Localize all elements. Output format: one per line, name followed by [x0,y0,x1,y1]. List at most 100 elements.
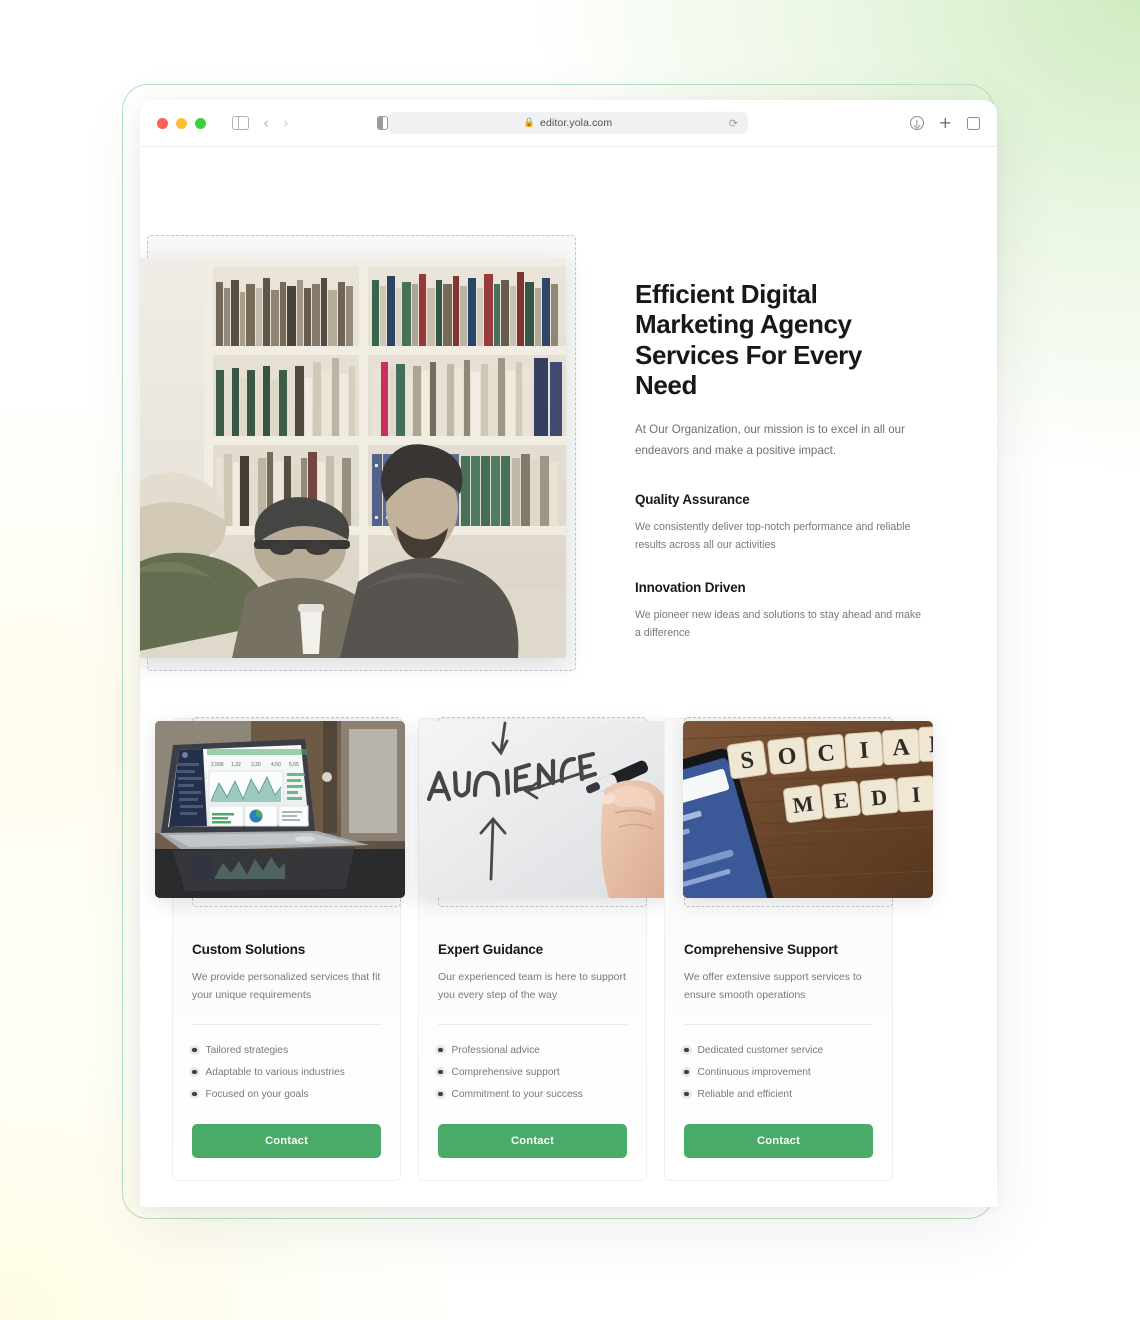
card-description: Our experienced team is here to support … [438,971,626,1002]
laptop-dashboard-graphic: 2,500 1,32 3,20 4,50 5,05 [155,721,405,898]
svg-text:1,32: 1,32 [231,762,241,768]
bullet-icon [192,1091,197,1097]
hero-image-graphic [140,258,566,658]
list-item-label: Continuous improvement [697,1066,811,1078]
maximize-window-button[interactable] [195,117,206,129]
feature-title: Innovation Driven [635,579,746,595]
list-item: Tailored strategies [192,1039,381,1061]
card-divider [684,1024,873,1026]
browser-toolbar: ‹ › 🔒 editor.yola.com ⟳ + [140,100,997,147]
card-title: Custom Solutions [192,942,306,957]
bullet-icon [438,1069,443,1075]
svg-text:I: I [859,738,870,765]
card-image[interactable] [419,721,669,898]
list-item: Adaptable to various industries [192,1061,381,1083]
card-image-selection-block[interactable]: 2,500 1,32 3,20 4,50 5,05 [155,717,405,907]
list-item: Dedicated customer service [684,1039,873,1061]
list-item-label: Dedicated customer service [697,1044,824,1056]
bullet-icon [684,1047,689,1053]
address-bar[interactable]: 🔒 editor.yola.com ⟳ [388,112,748,134]
list-item-label: Professional advice [451,1044,540,1056]
card-feature-list: Tailored strategies Adaptable to various… [192,1039,381,1105]
service-card[interactable]: Expert Guidance Our experienced team is … [418,717,669,1182]
whiteboard-audience-graphic [419,721,669,898]
service-cards-row: 2,500 1,32 3,20 4,50 5,05 Custom Solutio… [155,717,962,1182]
page-title: Efficient Digital Marketing Agency Servi… [635,279,862,401]
reader-view-icon[interactable] [377,116,388,130]
url-text: editor.yola.com [540,117,613,129]
browser-toolbar-right: + [909,113,980,131]
feature-innovation-driven: Innovation Driven We pioneer new ideas a… [635,580,925,642]
list-item: Comprehensive support [438,1061,627,1083]
bullet-icon [192,1047,197,1053]
svg-text:A: A [892,734,911,761]
close-window-button[interactable] [157,117,168,129]
card-feature-list: Professional advice Comprehensive suppor… [438,1039,627,1105]
card-feature-list: Dedicated customer service Continuous im… [684,1039,873,1105]
list-item-label: Comprehensive support [451,1066,560,1078]
browser-window: ‹ › 🔒 editor.yola.com ⟳ + Efficient Digi… [140,100,997,1207]
svg-text:O: O [777,743,798,771]
card-image[interactable]: S O C I A L M E D I [683,721,933,898]
contact-button[interactable]: Contact [438,1124,627,1159]
list-item-label: Tailored strategies [205,1044,289,1056]
svg-text:4,50: 4,50 [271,762,281,768]
hero-image-selection-block[interactable] [140,235,576,671]
feature-title: Quality Assurance [635,492,750,508]
site-editor-canvas: Efficient Digital Marketing Agency Servi… [140,147,997,1207]
feature-body: We consistently deliver top-notch perfor… [635,521,911,552]
card-body: Comprehensive Support We offer extensive… [665,908,892,1180]
feature-body: We pioneer new ideas and solutions to st… [635,608,922,639]
hero-image[interactable] [140,258,566,658]
svg-text:M: M [791,791,815,818]
list-item: Focused on your goals [192,1083,381,1105]
svg-text:5,05: 5,05 [289,762,299,768]
list-item-label: Focused on your goals [205,1088,309,1100]
card-divider [438,1024,627,1026]
svg-text:3,20: 3,20 [251,762,261,768]
bullet-icon [684,1069,689,1075]
svg-text:I: I [911,782,921,808]
svg-text:D: D [870,784,888,810]
service-card[interactable]: 2,500 1,32 3,20 4,50 5,05 Custom Solutio… [155,717,405,1182]
contact-button[interactable]: Contact [684,1124,873,1159]
browser-nav-controls: ‹ › [232,115,289,131]
hero-text-block: Efficient Digital Marketing Agency Servi… [635,279,925,642]
bullet-icon [192,1069,197,1075]
card-description: We offer extensive support services to e… [684,971,862,1002]
card-image-selection-block[interactable]: S O C I A L M E D I [683,717,933,907]
list-item: Professional advice [438,1039,627,1061]
card-body: Custom Solutions We provide personalized… [173,908,400,1180]
list-item-label: Reliable and efficient [697,1088,792,1100]
reload-icon[interactable]: ⟳ [729,118,738,129]
svg-text:2,500: 2,500 [211,762,224,768]
card-image[interactable]: 2,500 1,32 3,20 4,50 5,05 [155,721,405,898]
card-divider [192,1024,381,1026]
list-item: Commitment to your success [438,1083,627,1105]
minimize-window-button[interactable] [176,117,187,129]
card-title: Expert Guidance [438,942,544,957]
contact-button[interactable]: Contact [192,1124,381,1159]
hero-subtitle: At Our Organization, our mission is to e… [635,422,905,458]
forward-button[interactable]: › [283,115,289,131]
feature-quality-assurance: Quality Assurance We consistently delive… [635,492,925,554]
back-button[interactable]: ‹ [263,115,269,131]
tab-overview-icon[interactable] [964,113,980,130]
sidebar-toggle-icon[interactable] [232,115,249,131]
service-card[interactable]: S O C I A L M E D I Comprehensive Suppor… [664,717,933,1182]
plus-icon[interactable]: + [939,115,952,131]
svg-text:C: C [816,740,836,767]
list-item: Continuous improvement [684,1061,873,1083]
bullet-icon [438,1091,443,1097]
card-image-selection-block[interactable] [419,717,669,907]
card-description: We provide personalized services that fi… [192,971,381,1002]
card-title: Comprehensive Support [684,942,838,957]
social-media-tiles-graphic: S O C I A L M E D I [683,721,933,898]
window-traffic-lights [157,117,206,129]
svg-text:E: E [833,787,850,813]
list-item: Reliable and efficient [684,1083,873,1105]
list-item-label: Commitment to your success [451,1088,583,1100]
bullet-icon [684,1091,689,1097]
download-icon[interactable] [909,116,924,130]
card-body: Expert Guidance Our experienced team is … [419,908,646,1180]
